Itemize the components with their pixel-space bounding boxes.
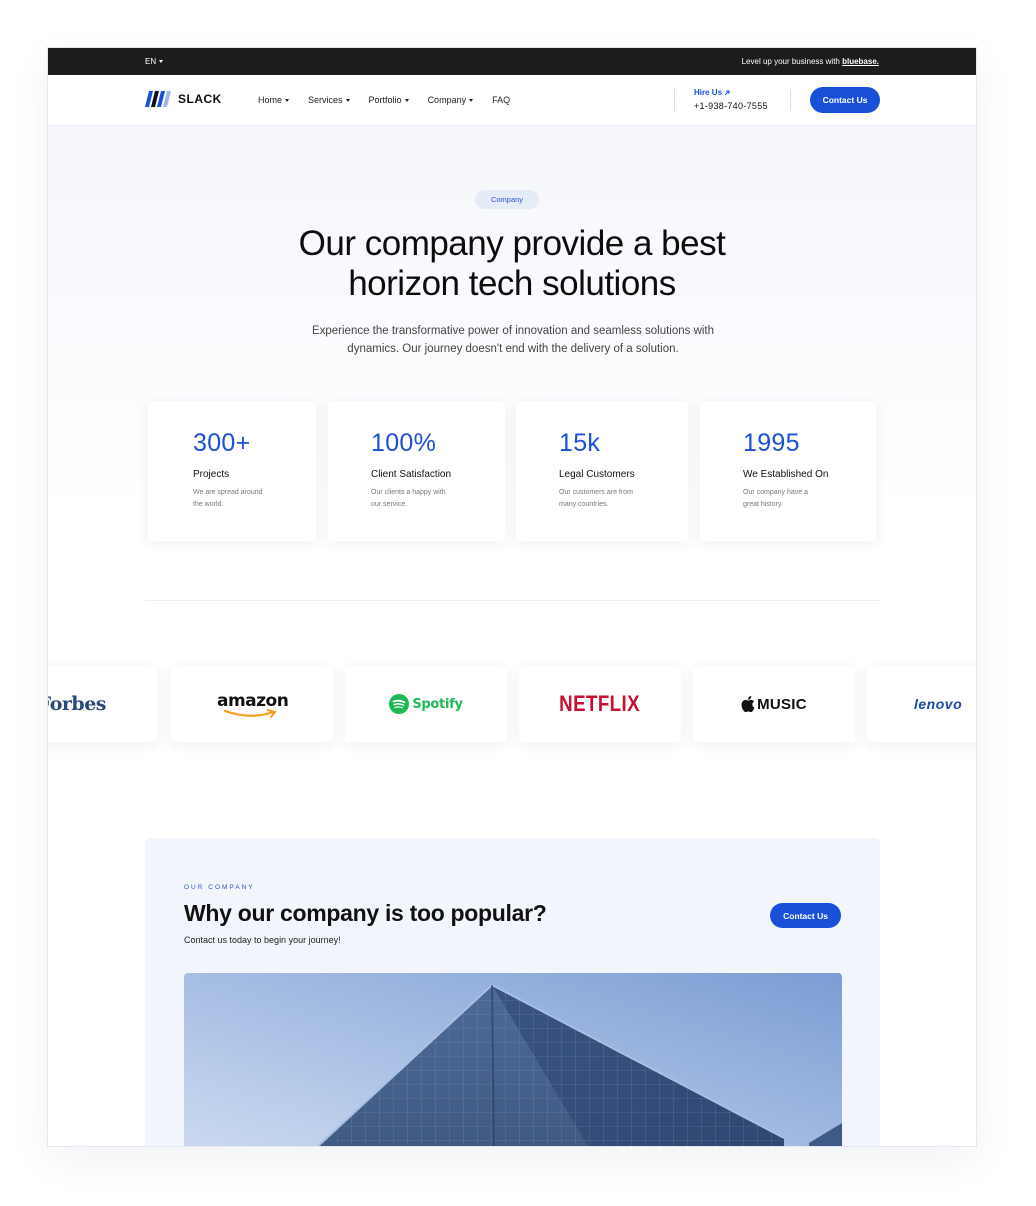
nav-divider bbox=[790, 89, 791, 111]
building-photo bbox=[184, 973, 842, 1146]
section-divider bbox=[145, 600, 880, 601]
brand-card-forbes: Forbes bbox=[48, 666, 157, 742]
hero-subtitle: Experience the transformative power of i… bbox=[273, 322, 753, 358]
stat-label: Projects bbox=[193, 469, 230, 480]
nav-menu: Home Services Portfolio Company FAQ bbox=[258, 95, 510, 105]
stat-description: Our clients a happy with our service. bbox=[371, 489, 446, 508]
stat-description: Our company have a great history. bbox=[743, 489, 808, 508]
arrow-up-right-icon bbox=[724, 90, 730, 95]
language-label: EN bbox=[145, 57, 157, 66]
tagline-text: Level up your business with bbox=[741, 57, 843, 66]
nav-item-company[interactable]: Company bbox=[428, 95, 474, 105]
brand-card-spotify: Spotify bbox=[345, 666, 507, 742]
hero-subtitle-line: Experience the transformative power of i… bbox=[311, 325, 715, 337]
stat-value: 100% bbox=[371, 429, 437, 457]
company-section: OUR COMPANY Why our company is too popul… bbox=[145, 838, 880, 1146]
stat-value: 15k bbox=[559, 429, 601, 457]
stat-value: 300+ bbox=[193, 429, 251, 457]
hire-us-block[interactable]: Hire Us +1-938-740-7555 bbox=[694, 88, 768, 111]
spotify-icon bbox=[389, 694, 410, 714]
top-bar-tagline: Level up your business with bluebase. bbox=[742, 57, 879, 66]
nav-item-label: Home bbox=[258, 95, 283, 105]
stat-card-satisfaction: 100% Client Satisfaction Our clients a h… bbox=[328, 401, 505, 541]
stat-description: Our customers are from many countries. bbox=[559, 489, 633, 508]
chevron-down-icon bbox=[345, 98, 350, 102]
section-contact-button[interactable]: Contact Us bbox=[770, 903, 841, 928]
logo-text: SLACK bbox=[178, 92, 222, 106]
hire-us-label: Hire Us bbox=[694, 88, 723, 97]
stat-label: We Established On bbox=[743, 469, 829, 480]
netflix-logo: NETFLIX bbox=[559, 691, 641, 716]
chevron-down-icon bbox=[285, 98, 290, 102]
chevron-down-icon bbox=[469, 98, 474, 102]
page-frame: EN Level up your business with bluebase.… bbox=[47, 47, 977, 1147]
apple-icon bbox=[741, 696, 755, 712]
brand-card-apple-music: MUSIC bbox=[693, 666, 855, 742]
forbes-logo: Forbes bbox=[48, 693, 107, 715]
section-title: Why our company is too popular? bbox=[184, 900, 547, 926]
brand-card-netflix: NETFLIX bbox=[519, 666, 681, 742]
section-eyebrow: OUR COMPANY bbox=[184, 884, 255, 891]
stat-value: 1995 bbox=[743, 429, 800, 457]
stat-card-customers: 15k Legal Customers Our customers are fr… bbox=[516, 401, 688, 541]
chevron-down-icon bbox=[159, 60, 164, 63]
hero-title-line: horizon tech solutions bbox=[348, 264, 676, 303]
top-bar: EN Level up your business with bluebase. bbox=[48, 48, 976, 75]
nav-item-home[interactable]: Home bbox=[258, 95, 290, 105]
site-logo[interactable]: SLACK bbox=[145, 91, 222, 107]
nav-item-label: FAQ bbox=[492, 95, 511, 105]
stat-card-projects: 300+ Projects We are spread around the wo… bbox=[148, 401, 316, 541]
glass-building-image bbox=[184, 973, 842, 1146]
main-navigation: SLACK Home Services Portfolio Company FA… bbox=[48, 75, 976, 126]
apple-music-logo: MUSIC bbox=[741, 696, 807, 713]
logo-stripes-icon bbox=[145, 91, 171, 107]
brand-card-amazon: amazon bbox=[171, 666, 333, 742]
hero-subtitle-line: dynamics. Our journey doesn't end with t… bbox=[347, 343, 679, 355]
hero-title: Our company provide a best horizon tech … bbox=[48, 224, 976, 304]
contact-us-button[interactable]: Contact Us bbox=[810, 87, 880, 113]
chevron-down-icon bbox=[404, 98, 409, 102]
nav-divider bbox=[674, 89, 675, 111]
stat-label: Client Satisfaction bbox=[371, 469, 452, 480]
stat-description: We are spread around the world. bbox=[193, 489, 263, 508]
section-subtitle: Contact us today to begin your journey! bbox=[184, 935, 341, 945]
nav-item-label: Services bbox=[308, 95, 343, 105]
tagline-brand-link[interactable]: bluebase. bbox=[842, 57, 879, 66]
spotify-logo: Spotify bbox=[389, 694, 463, 714]
phone-number[interactable]: +1-938-740-7555 bbox=[694, 101, 768, 111]
nav-item-services[interactable]: Services bbox=[308, 95, 350, 105]
nav-item-label: Portfolio bbox=[368, 95, 402, 105]
amazon-logo: amazon bbox=[217, 691, 289, 718]
stat-label: Legal Customers bbox=[559, 469, 635, 480]
brand-card-lenovo: lenovo bbox=[867, 666, 976, 742]
stat-card-established: 1995 We Established On Our company have … bbox=[700, 401, 876, 541]
hero-section: Company Our company provide a best horiz… bbox=[48, 126, 976, 646]
lenovo-logo: lenovo bbox=[914, 696, 963, 712]
language-selector[interactable]: EN bbox=[145, 57, 164, 66]
hire-us-link[interactable]: Hire Us bbox=[694, 88, 768, 97]
hero-title-line: Our company provide a best bbox=[298, 224, 726, 263]
nav-item-faq[interactable]: FAQ bbox=[492, 95, 510, 105]
nav-item-label: Company bbox=[427, 95, 467, 105]
nav-item-portfolio[interactable]: Portfolio bbox=[369, 95, 409, 105]
amazon-smile-icon bbox=[223, 709, 277, 718]
section-badge: Company bbox=[475, 190, 539, 209]
